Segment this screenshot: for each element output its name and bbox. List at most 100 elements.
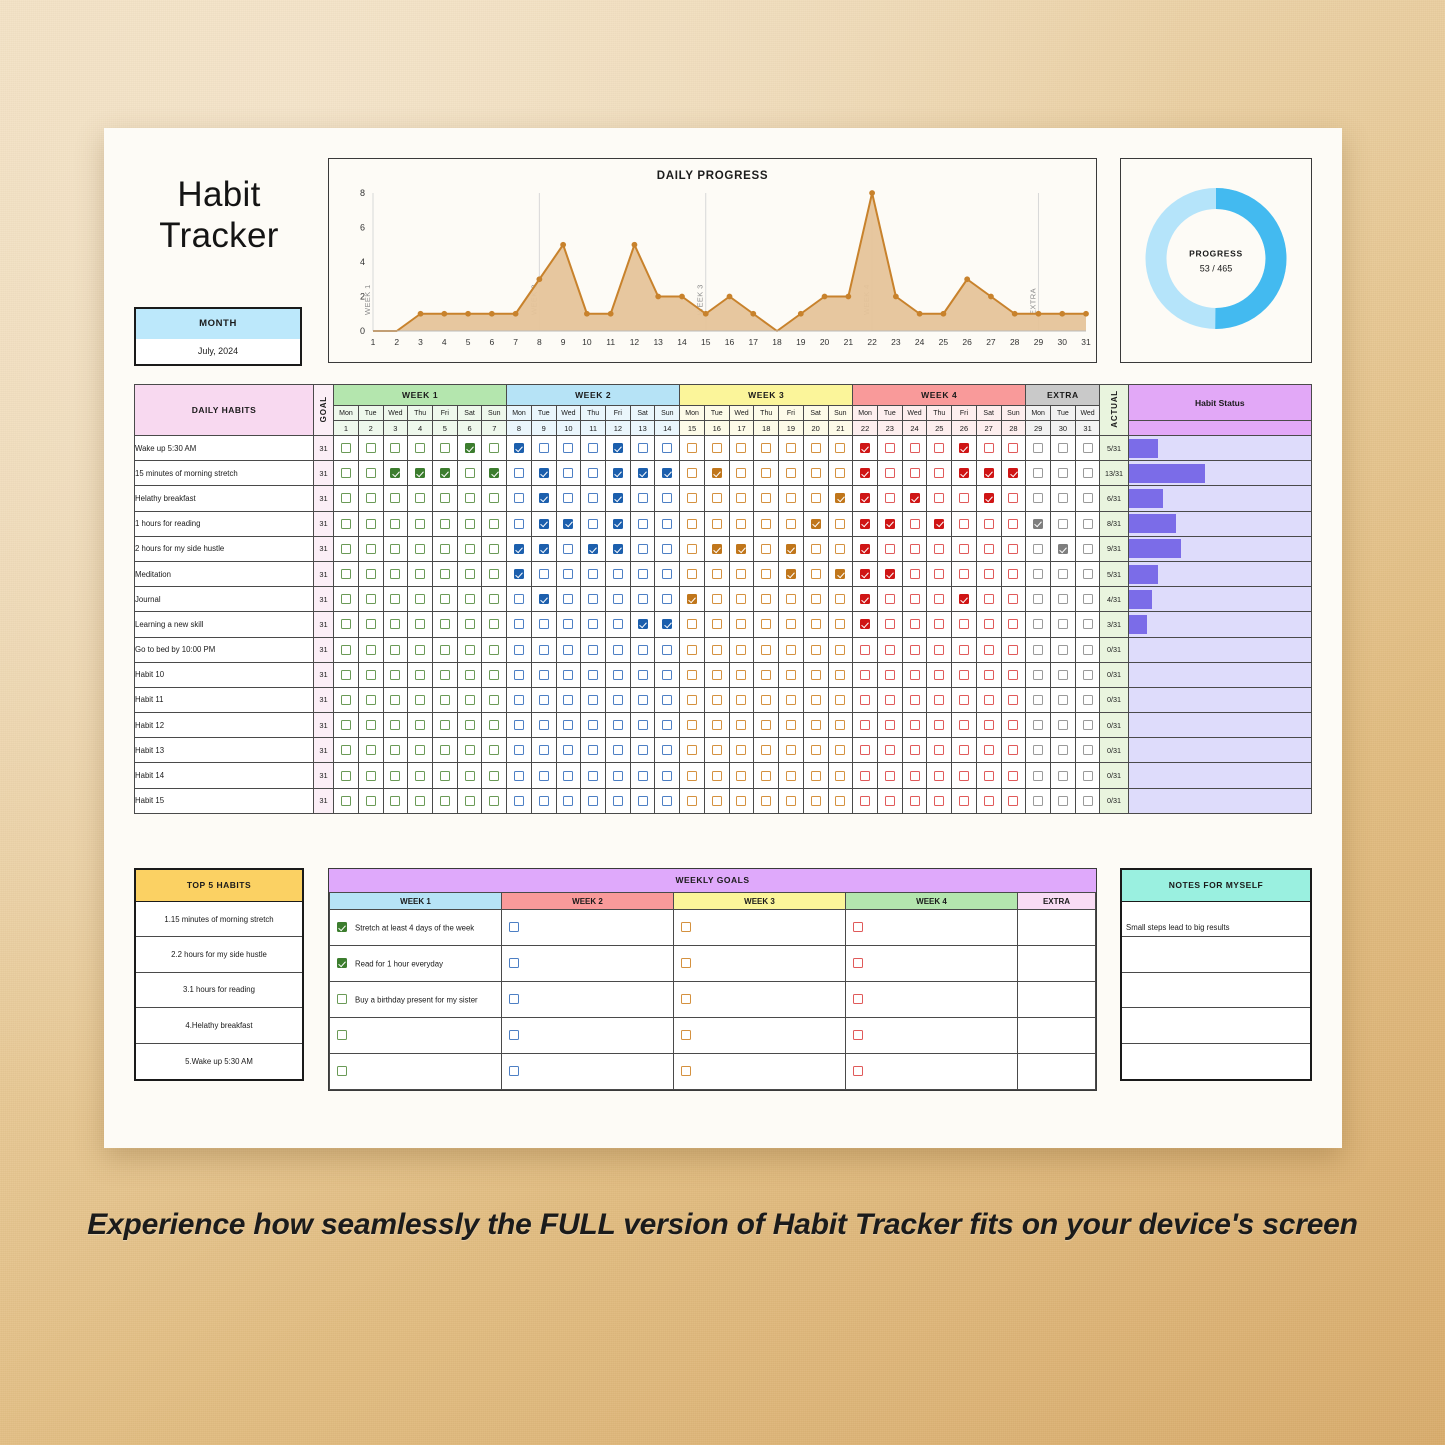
habit-checkbox[interactable] — [464, 443, 475, 454]
habit-checkbox[interactable] — [884, 443, 895, 454]
habit-checkbox[interactable] — [612, 795, 623, 806]
day-cell-13[interactable] — [629, 535, 656, 562]
day-cell-7[interactable] — [481, 712, 508, 739]
day-cell-17[interactable] — [728, 661, 755, 688]
habit-checkbox[interactable] — [909, 644, 920, 655]
day-cell-6[interactable] — [456, 485, 483, 512]
habit-checkbox[interactable] — [489, 619, 500, 630]
day-cell-4[interactable] — [407, 611, 433, 638]
habit-checkbox[interactable] — [761, 493, 772, 504]
habit-checkbox[interactable] — [464, 543, 475, 554]
day-cell-28[interactable] — [1000, 611, 1027, 638]
day-cell-1[interactable] — [333, 787, 359, 814]
habit-checkbox[interactable] — [662, 569, 673, 580]
day-cell-8[interactable] — [506, 661, 532, 688]
habit-checkbox[interactable] — [687, 745, 698, 756]
habit-checkbox[interactable] — [983, 644, 994, 655]
day-cell-28[interactable] — [1000, 510, 1027, 537]
habit-checkbox[interactable] — [761, 569, 772, 580]
day-cell-14[interactable] — [654, 611, 681, 638]
day-cell-27[interactable] — [975, 485, 1002, 512]
day-cell-6[interactable] — [456, 636, 483, 663]
habit-checkbox[interactable] — [514, 443, 524, 454]
habit-checkbox[interactable] — [934, 518, 945, 529]
habit-checkbox[interactable] — [934, 720, 945, 731]
habit-checkbox[interactable] — [538, 694, 549, 705]
habit-checkbox[interactable] — [637, 795, 648, 806]
habit-checkbox[interactable] — [588, 619, 599, 630]
day-cell-25[interactable] — [926, 762, 953, 789]
habit-checkbox[interactable] — [711, 770, 722, 781]
day-cell-19[interactable] — [778, 560, 804, 588]
habit-checkbox[interactable] — [365, 543, 376, 554]
day-cell-30[interactable] — [1050, 712, 1076, 739]
habit-checkbox[interactable] — [662, 644, 673, 655]
day-cell-1[interactable] — [333, 485, 359, 512]
habit-checkbox[interactable] — [464, 619, 475, 630]
day-cell-5[interactable] — [431, 510, 458, 537]
day-cell-26[interactable] — [951, 586, 977, 613]
day-cell-25[interactable] — [926, 636, 953, 663]
day-cell-25[interactable] — [926, 560, 953, 588]
day-cell-25[interactable] — [926, 661, 953, 688]
habit-checkbox[interactable] — [934, 543, 945, 554]
weekly-goal-cell-2[interactable] — [501, 1053, 674, 1090]
day-cell-9[interactable] — [530, 712, 557, 739]
day-cell-24[interactable] — [901, 661, 928, 688]
habit-checkbox[interactable] — [835, 543, 846, 554]
day-cell-17[interactable] — [728, 636, 755, 663]
habit-checkbox[interactable] — [909, 745, 920, 756]
habit-checkbox[interactable] — [711, 720, 722, 731]
day-cell-23[interactable] — [876, 485, 903, 512]
day-cell-16[interactable] — [703, 611, 730, 638]
habit-checkbox[interactable] — [958, 745, 969, 756]
day-cell-11[interactable] — [580, 460, 607, 487]
day-cell-10[interactable] — [555, 510, 582, 537]
day-cell-30[interactable] — [1050, 586, 1076, 613]
habit-checkbox[interactable] — [711, 543, 722, 554]
habit-checkbox[interactable] — [909, 669, 920, 680]
day-cell-15[interactable] — [679, 560, 705, 588]
habit-checkbox[interactable] — [860, 468, 871, 479]
habit-checkbox[interactable] — [340, 619, 351, 630]
habit-checkbox[interactable] — [365, 468, 376, 479]
habit-checkbox[interactable] — [340, 543, 351, 554]
habit-checkbox[interactable] — [612, 569, 623, 580]
day-cell-1[interactable] — [333, 661, 359, 688]
day-cell-21[interactable] — [827, 712, 854, 739]
day-cell-26[interactable] — [951, 636, 977, 663]
day-cell-9[interactable] — [530, 485, 557, 512]
habit-checkbox[interactable] — [1008, 443, 1019, 454]
day-cell-5[interactable] — [431, 611, 458, 638]
weekly-goal-cell-4[interactable] — [845, 1053, 1018, 1090]
day-cell-20[interactable] — [802, 762, 829, 789]
habit-checkbox[interactable] — [415, 493, 426, 504]
habit-name[interactable]: Meditation — [134, 560, 314, 588]
habit-checkbox[interactable] — [711, 493, 722, 504]
habit-checkbox[interactable] — [909, 443, 920, 454]
habit-checkbox[interactable] — [365, 493, 376, 504]
habit-checkbox[interactable] — [365, 795, 376, 806]
habit-checkbox[interactable] — [588, 468, 599, 479]
habit-checkbox[interactable] — [835, 644, 846, 655]
day-cell-26[interactable] — [951, 712, 977, 739]
day-cell-23[interactable] — [876, 611, 903, 638]
day-cell-20[interactable] — [802, 485, 829, 512]
habit-checkbox[interactable] — [785, 569, 796, 580]
habit-checkbox[interactable] — [439, 669, 450, 680]
weekly-goal-checkbox[interactable] — [853, 922, 863, 933]
day-cell-22[interactable] — [852, 535, 878, 562]
day-cell-29[interactable] — [1025, 712, 1051, 739]
habit-checkbox[interactable] — [983, 619, 994, 630]
day-cell-14[interactable] — [654, 586, 681, 613]
habit-checkbox[interactable] — [439, 493, 450, 504]
habit-checkbox[interactable] — [612, 468, 623, 479]
weekly-goal-checkbox[interactable] — [509, 994, 519, 1005]
day-cell-12[interactable] — [605, 560, 631, 588]
day-cell-22[interactable] — [852, 636, 878, 663]
day-cell-24[interactable] — [901, 535, 928, 562]
habit-checkbox[interactable] — [736, 669, 747, 680]
day-cell-10[interactable] — [555, 611, 582, 638]
day-cell-6[interactable] — [456, 535, 483, 562]
day-cell-28[interactable] — [1000, 460, 1027, 487]
